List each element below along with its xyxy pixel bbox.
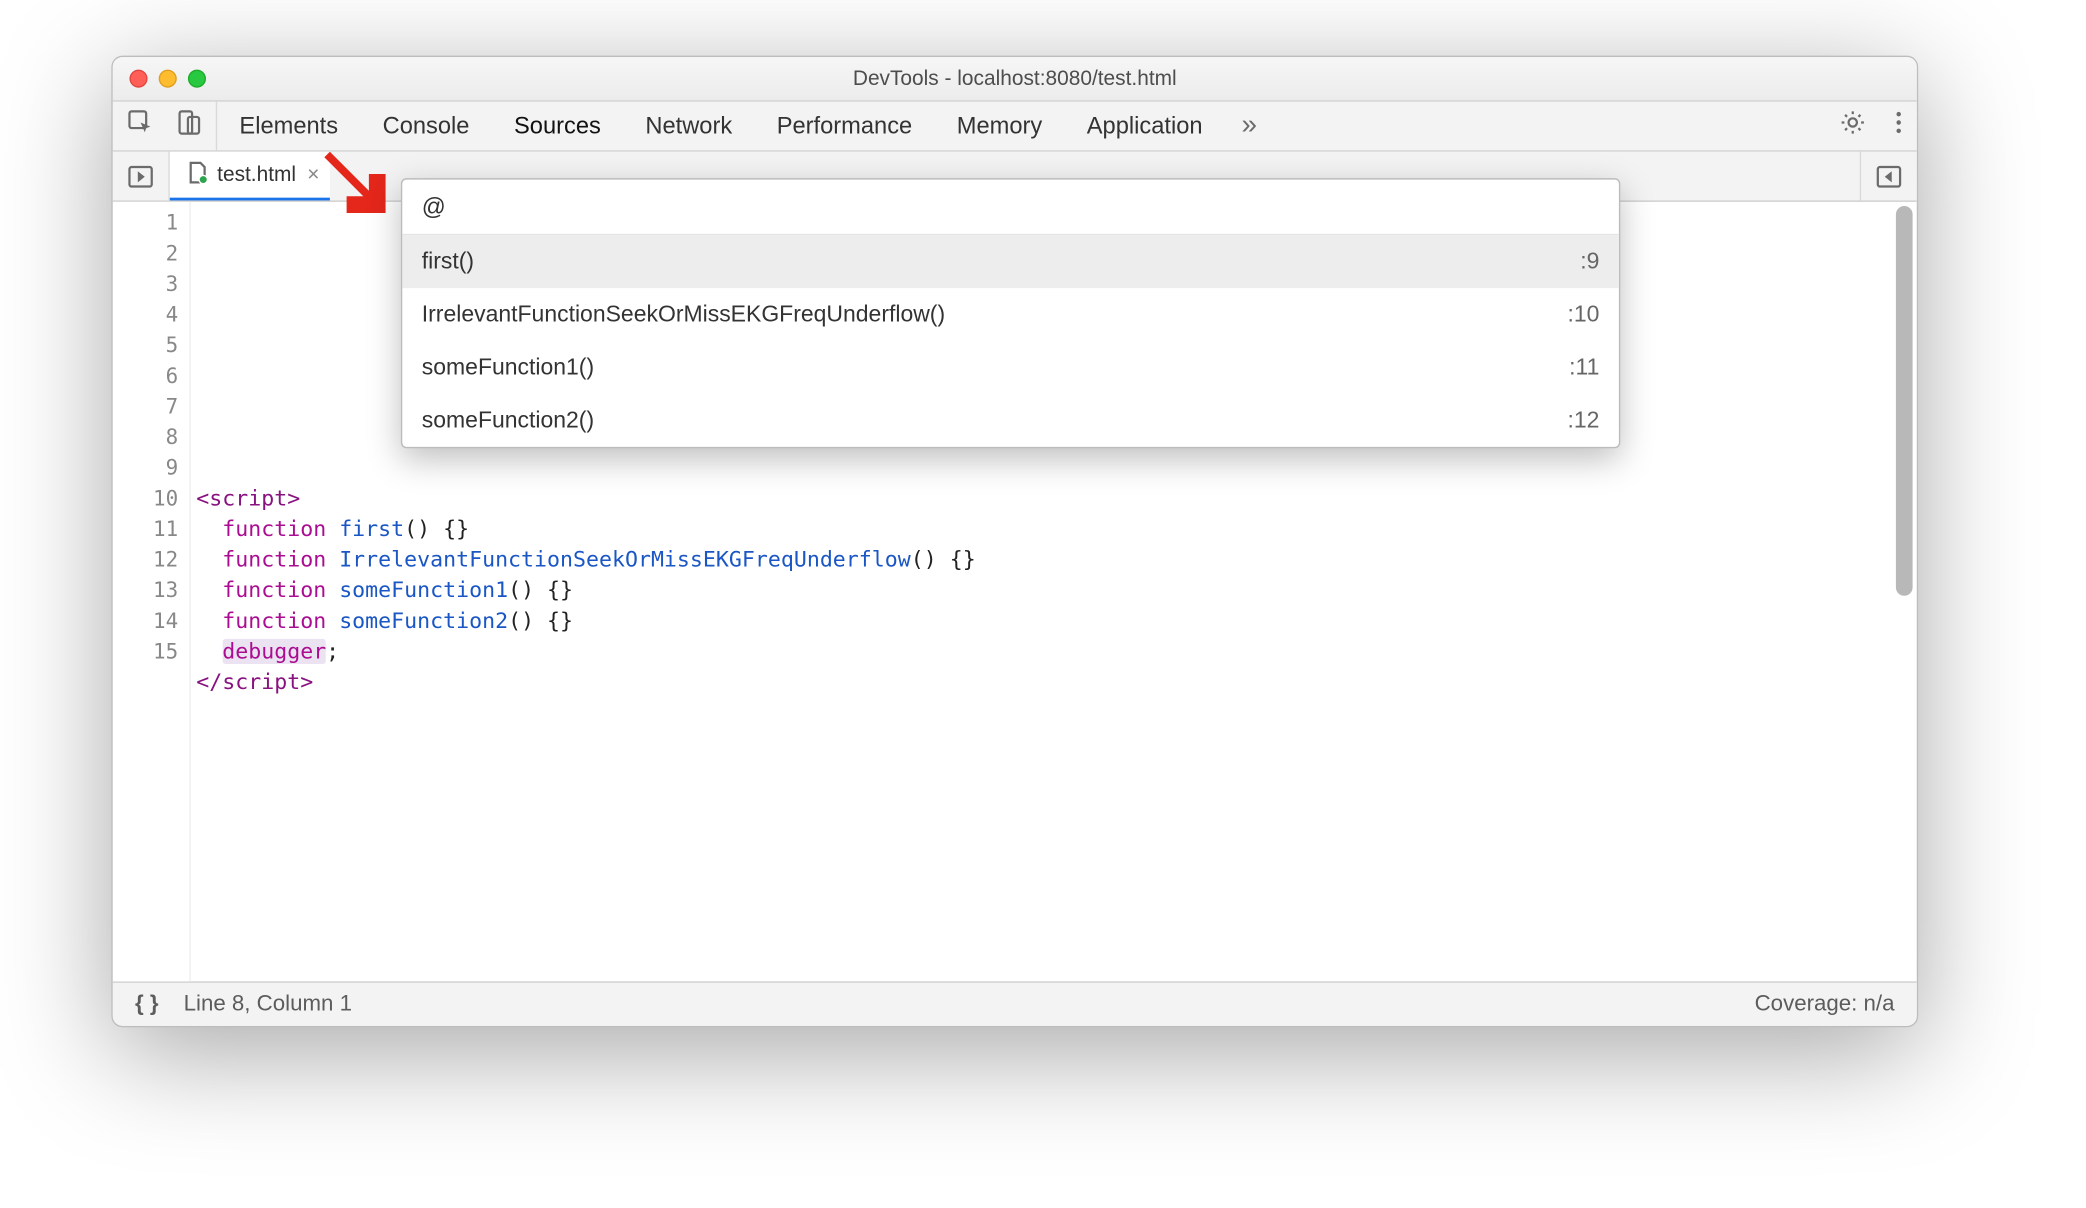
tab-console[interactable]: Console [360,102,491,151]
outline-item-line: :11 [1569,354,1599,380]
outline-item-label: IrrelevantFunctionSeekOrMissEKGFreqUnder… [422,301,945,327]
pretty-print-icon[interactable]: { } [135,992,159,1017]
coverage-status: Coverage: n/a [1755,992,1895,1017]
maximize-window-button[interactable] [188,70,206,88]
goto-symbol-input[interactable]: @ [402,180,1619,236]
close-file-tab-icon[interactable]: × [307,163,319,187]
traffic-lights [129,70,206,88]
tab-sources[interactable]: Sources [492,102,623,151]
outline-item-first[interactable]: first() :9 [402,235,1619,288]
more-tabs-button[interactable]: » [1225,102,1274,151]
toolbar-right [1825,102,1917,151]
outline-item-irrelevant[interactable]: IrrelevantFunctionSeekOrMissEKGFreqUnder… [402,288,1619,341]
outline-item-line: :10 [1567,301,1599,327]
status-bar: { } Line 8, Column 1 Coverage: n/a [113,981,1917,1026]
tab-performance[interactable]: Performance [754,102,934,151]
close-window-button[interactable] [129,70,147,88]
file-icon [187,161,209,189]
outline-item-line: :12 [1567,407,1599,433]
cursor-position: Line 8, Column 1 [184,992,352,1017]
navigator-toggle[interactable] [113,152,170,201]
goto-symbol-dropdown: @ first() :9 IrrelevantFunctionSeekOrMis… [401,178,1620,448]
outline-item-somefunction1[interactable]: someFunction1() :11 [402,341,1619,394]
file-tab-test-html[interactable]: test.html × [170,152,331,201]
tab-elements[interactable]: Elements [217,102,360,151]
inspect-toggle-group [113,102,217,151]
outline-item-line: :9 [1580,248,1599,274]
outline-item-label: someFunction1() [422,354,594,380]
debugger-sidebar-toggle[interactable] [1860,152,1917,201]
scrollbar-thumb[interactable] [1896,206,1913,596]
line-number-gutter: 123456789101112131415 [113,202,191,982]
title-bar: DevTools - localhost:8080/test.html [113,57,1917,102]
settings-icon[interactable] [1839,109,1867,144]
panel-tabs: Elements Console Sources Network Perform… [217,102,1825,151]
file-tab-label: test.html [217,163,296,187]
kebab-menu-icon[interactable] [1895,109,1903,144]
tab-application[interactable]: Application [1064,102,1224,151]
outline-item-label: first() [422,248,474,274]
goto-symbol-query: @ [422,193,446,221]
window-title: DevTools - localhost:8080/test.html [113,67,1917,91]
device-toggle-icon[interactable] [174,109,202,144]
top-toolbar: Elements Console Sources Network Perform… [113,102,1917,152]
outline-item-somefunction2[interactable]: someFunction2() :12 [402,394,1619,447]
minimize-window-button[interactable] [159,70,177,88]
tab-network[interactable]: Network [623,102,754,151]
tab-memory[interactable]: Memory [934,102,1064,151]
inspect-element-icon[interactable] [127,109,155,144]
outline-item-label: someFunction2() [422,407,594,433]
